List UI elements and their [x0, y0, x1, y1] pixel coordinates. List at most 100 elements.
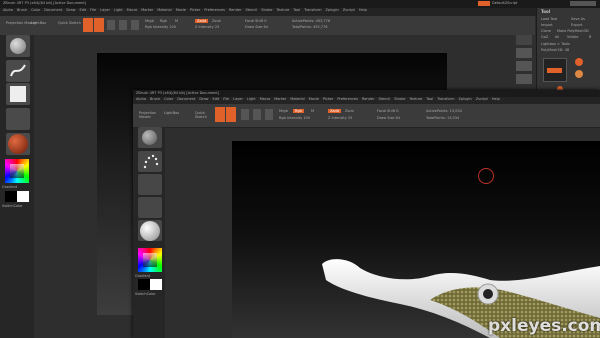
- zoom-button[interactable]: [516, 61, 532, 71]
- visible-button[interactable]: Visible: [567, 35, 578, 39]
- back-material-tile[interactable]: [6, 133, 30, 155]
- back-menu-preferences[interactable]: Preferences: [204, 8, 225, 12]
- current-tool-name[interactable]: PolyMesh3D: 48: [541, 48, 569, 52]
- tool-star-icon[interactable]: [575, 58, 583, 66]
- front-menu-render[interactable]: Render: [362, 97, 374, 101]
- export-button[interactable]: Export: [571, 23, 582, 27]
- load-tool-button[interactable]: Load Tool: [541, 17, 557, 21]
- back-menu-zscript[interactable]: Zscript: [343, 8, 355, 12]
- back-rgb-intensity-slider[interactable]: Rgb Intensity 100: [145, 25, 176, 29]
- front-menu-tool[interactable]: Tool: [426, 97, 433, 101]
- back-menu-tool[interactable]: Tool: [293, 8, 300, 12]
- front-menu-light[interactable]: Light: [247, 97, 256, 101]
- back-menu-marker[interactable]: Marker: [141, 8, 153, 12]
- front-menu-marker[interactable]: Marker: [274, 97, 286, 101]
- back-switch-color-label[interactable]: SwitchColor: [2, 204, 23, 208]
- window-controls[interactable]: [570, 1, 596, 6]
- back-scale-button[interactable]: [119, 20, 127, 30]
- back-alpha-tile[interactable]: [6, 83, 30, 105]
- scroll-button[interactable]: [516, 48, 532, 58]
- back-mrgb-button[interactable]: Mrgb: [145, 19, 154, 23]
- back-menu-light[interactable]: Light: [114, 8, 123, 12]
- back-draw-size-slider[interactable]: Draw Size 64: [245, 25, 268, 29]
- front-menu-material[interactable]: Material: [290, 97, 304, 101]
- front-zsub-button[interactable]: Zsub: [345, 109, 354, 113]
- front-menu-draw[interactable]: Draw: [199, 97, 208, 101]
- front-draw-button[interactable]: [226, 107, 236, 122]
- back-menu-transform[interactable]: Transform: [304, 8, 321, 12]
- front-alpha-tile[interactable]: [138, 174, 162, 195]
- back-menu-alpha[interactable]: Alpha: [3, 8, 13, 12]
- front-menu-color[interactable]: Color: [164, 97, 173, 101]
- front-document-canvas[interactable]: [232, 141, 600, 338]
- front-brush-tile[interactable]: [138, 127, 162, 148]
- back-stroke-tile[interactable]: [6, 60, 30, 82]
- back-move-button[interactable]: [107, 20, 115, 30]
- back-quick-sketch-button[interactable]: Quick Sketch: [58, 21, 81, 25]
- front-rgb-intensity-slider[interactable]: Rgb Intensity 100: [279, 116, 310, 120]
- front-menu-stencil[interactable]: Stencil: [378, 97, 390, 101]
- front-rotate-button[interactable]: [265, 109, 273, 120]
- front-rgb-button[interactable]: Rgb: [293, 109, 304, 113]
- front-menu-zplugin[interactable]: Zplugin: [458, 97, 471, 101]
- front-m-button[interactable]: M: [311, 109, 314, 113]
- r-button[interactable]: R: [589, 35, 591, 39]
- back-orange-button[interactable]: [478, 1, 490, 6]
- import-button[interactable]: Import: [541, 23, 553, 27]
- front-menu-zscript[interactable]: Zscript: [476, 97, 488, 101]
- front-switch-color-label[interactable]: SwitchColor: [135, 292, 156, 296]
- front-menu-preferences[interactable]: Preferences: [337, 97, 358, 101]
- front-menu-brush[interactable]: Brush: [150, 97, 160, 101]
- front-material-tile[interactable]: [138, 220, 162, 241]
- back-menu-macro[interactable]: Macro: [127, 8, 138, 12]
- tool-sphere-icon[interactable]: [575, 70, 583, 78]
- lightbox-tools-button[interactable]: Lightbox > Tools: [541, 42, 570, 46]
- back-brush-tile[interactable]: [6, 35, 30, 57]
- front-menu-alpha[interactable]: Alpha: [136, 97, 146, 101]
- back-menu-render[interactable]: Render: [229, 8, 241, 12]
- front-draw-size-slider[interactable]: Draw Size 64: [377, 116, 400, 120]
- back-m-button[interactable]: M: [175, 19, 178, 23]
- front-zadd-button[interactable]: Zadd: [328, 109, 341, 113]
- back-menu-stencil[interactable]: Stencil: [245, 8, 257, 12]
- back-main-color[interactable]: [5, 191, 17, 202]
- back-menu-stroke[interactable]: Stroke: [261, 8, 272, 12]
- front-texture-tile[interactable]: [138, 197, 162, 218]
- front-menu-texture[interactable]: Texture: [409, 97, 422, 101]
- tool-panel-header[interactable]: Tool: [541, 9, 550, 14]
- front-edit-button[interactable]: [215, 107, 225, 122]
- front-menu-file[interactable]: File: [223, 97, 229, 101]
- front-menu-help[interactable]: Help: [492, 97, 500, 101]
- front-projection-master-button[interactable]: Projection Master: [139, 111, 161, 119]
- front-menu-layer[interactable]: Layer: [233, 97, 243, 101]
- front-mrgb-button[interactable]: Mrgb: [279, 109, 288, 113]
- back-rotate-button[interactable]: [131, 20, 139, 30]
- back-texture-tile[interactable]: [6, 108, 30, 130]
- back-draw-button[interactable]: [94, 18, 104, 32]
- all-button[interactable]: All: [555, 35, 559, 39]
- back-zadd-button[interactable]: Zadd: [195, 19, 208, 23]
- make-polymesh-button[interactable]: Make PolyMesh3D: [557, 29, 589, 33]
- back-menu-movie[interactable]: Movie: [176, 8, 186, 12]
- back-rgb-button[interactable]: Rgb: [160, 19, 167, 23]
- front-lightbox-button[interactable]: LightBox: [164, 111, 179, 115]
- front-move-button[interactable]: [241, 109, 249, 120]
- front-menu-document[interactable]: Document: [177, 97, 195, 101]
- back-menu-edit[interactable]: Edit: [80, 8, 87, 12]
- actual-button[interactable]: [516, 74, 532, 84]
- front-menu-edit[interactable]: Edit: [213, 97, 220, 101]
- back-menu-document[interactable]: Document: [44, 8, 62, 12]
- goz-button[interactable]: GoZ: [541, 35, 548, 39]
- back-focal-shift-slider[interactable]: Focal Shift 0: [245, 19, 266, 23]
- back-menu-texture[interactable]: Texture: [276, 8, 289, 12]
- back-default-script[interactable]: DefaultZScript: [492, 1, 517, 5]
- front-menu-movie[interactable]: Movie: [309, 97, 319, 101]
- front-menu-stroke[interactable]: Stroke: [394, 97, 405, 101]
- clone-button[interactable]: Clone: [541, 29, 551, 33]
- front-menu-macro[interactable]: Macro: [260, 97, 271, 101]
- front-focal-shift-slider[interactable]: Focal Shift 0: [377, 109, 398, 113]
- bpr-button[interactable]: [516, 35, 532, 45]
- back-menu-help[interactable]: Help: [359, 8, 367, 12]
- back-menu-draw[interactable]: Draw: [66, 8, 75, 12]
- front-menu-transform[interactable]: Transform: [437, 97, 454, 101]
